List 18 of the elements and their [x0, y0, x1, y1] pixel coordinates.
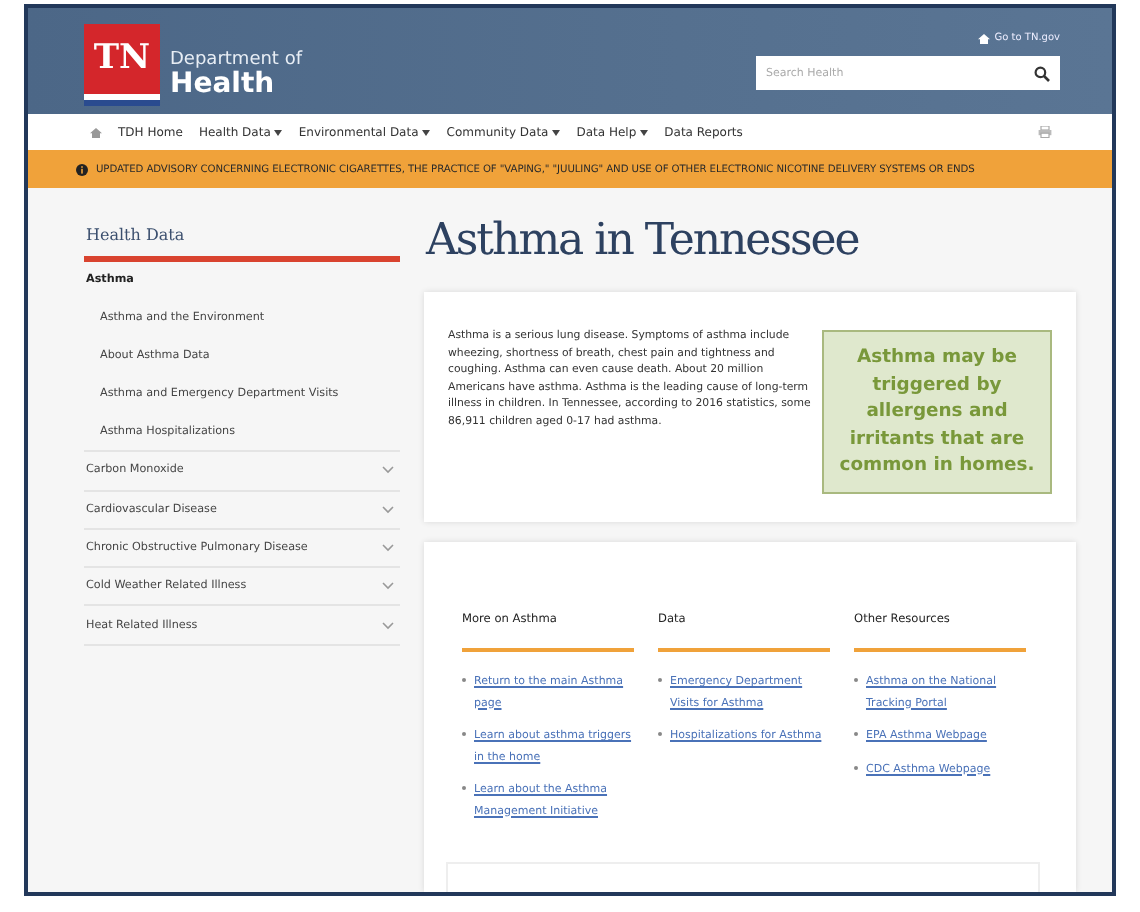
caret-icon[interactable]	[640, 129, 649, 135]
callout-text: Asthma may be triggered by allergens and irritants that are common in homes.	[822, 330, 1052, 494]
caret-icon[interactable]	[552, 129, 561, 135]
department-name: Health	[170, 69, 275, 99]
chevron-icon	[382, 621, 394, 630]
home-icon[interactable]	[90, 127, 102, 137]
home-icon	[978, 33, 991, 43]
department-name: Department of	[170, 49, 302, 69]
search-icon[interactable]	[1034, 65, 1050, 81]
chevron-icon	[382, 544, 394, 553]
caret-icon[interactable]	[274, 129, 283, 135]
chevron-icon	[382, 466, 394, 475]
chevron-icon	[382, 505, 394, 514]
page-title: Asthma in Tennessee	[426, 216, 861, 270]
sidebar-title: Health Data	[84, 226, 400, 262]
caret-icon[interactable]	[422, 129, 431, 135]
info-icon	[76, 163, 88, 175]
chevron-icon	[382, 582, 394, 591]
